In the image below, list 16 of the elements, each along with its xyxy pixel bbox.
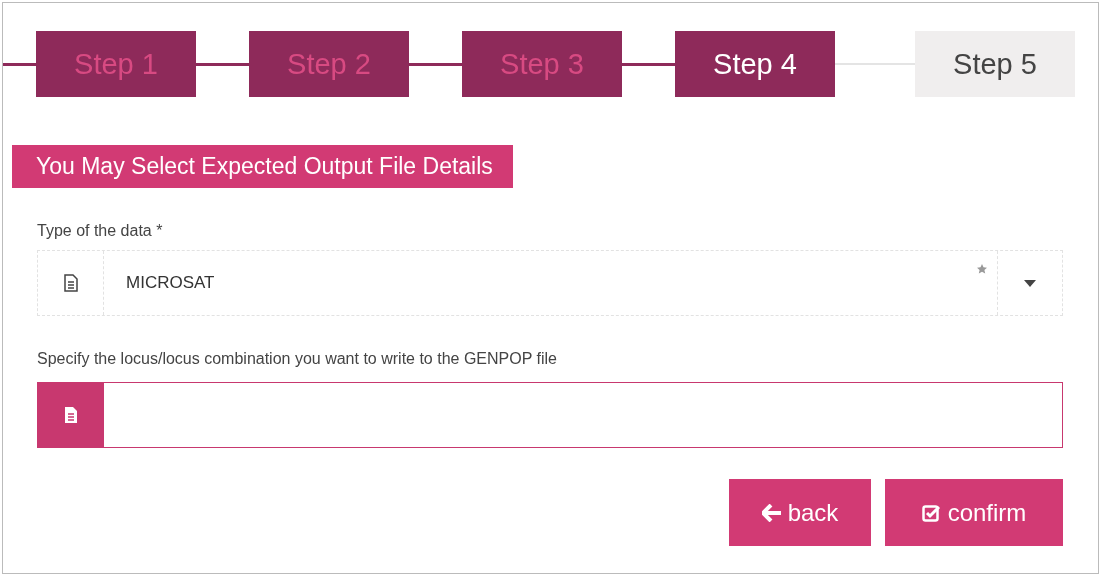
section-title: You May Select Expected Output File Details <box>12 145 513 188</box>
data-type-select[interactable]: MICROSAT <box>37 250 1063 316</box>
document-icon <box>63 274 78 292</box>
step-tab[interactable]: Step 4 <box>675 31 835 97</box>
select-value: MICROSAT <box>126 273 216 293</box>
step-tab[interactable]: Step 5 <box>915 31 1075 97</box>
caret-icon <box>1024 279 1036 287</box>
star-icon <box>977 264 987 274</box>
field-label: Type of the data * <box>37 222 164 240</box>
document-icon <box>64 406 78 424</box>
locus-input-field[interactable] <box>37 382 1063 448</box>
checkbox-icon <box>921 503 942 522</box>
field-label: Specify the locus/locus combination you want to write to the GENPOP file <box>37 350 558 368</box>
confirm-button[interactable]: confirm <box>885 479 1063 546</box>
back-button[interactable]: back <box>729 479 871 546</box>
arrow-left-icon <box>761 503 782 522</box>
